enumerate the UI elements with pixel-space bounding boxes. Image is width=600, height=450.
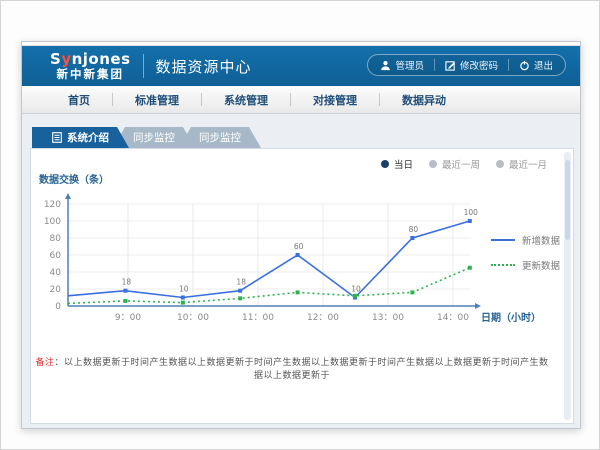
chart-legend: 新增数据更新数据 [491,233,560,272]
point-label: 18 [122,278,132,287]
user-icon [380,60,391,71]
tab-bar: 系统介绍 同步监控 同步监控 [32,127,261,148]
scrollbar-thumb[interactable] [565,160,570,240]
y-tick-label: 0 [55,302,61,312]
app-header: Synjones 新中新集团 数据资源中心 管理员 修改密码 退出 [22,46,580,86]
toolbar-separator [434,59,435,71]
tab-2[interactable]: 同步监控 [179,127,261,148]
footnote-text: ：以上数据更新于时间产生数据以上数据更新于时间产生数据以上数据更新于时间产生数据… [55,358,549,381]
legend-item-0[interactable]: 新增数据 [491,233,560,247]
document-icon [52,132,62,143]
radio-unselected-icon [496,160,504,168]
x-axis-title: 日期（小时） [481,311,541,324]
main-nav: 首页标准管理系统管理对接管理数据异动 [22,86,580,114]
y-axis-arrow [65,193,71,199]
radio-unselected-icon [429,160,437,168]
point-label: 10 [351,285,361,294]
data-point [410,236,414,240]
data-point [353,294,357,298]
current-user-button[interactable]: 管理员 [380,58,424,72]
tab-label: 同步监控 [133,130,175,145]
tab-label: 同步监控 [199,130,241,145]
page-title: 数据资源中心 [156,56,252,77]
legend-swatch [491,264,515,266]
y-tick-label: 80 [50,234,62,244]
x-tick-label: 10：00 [177,313,209,323]
legend-label: 更新数据 [522,258,560,272]
header-divider [143,54,144,78]
nav-item-0[interactable]: 首页 [46,92,112,108]
time-range-option-1[interactable]: 最近一周 [429,157,480,171]
nav-item-2[interactable]: 系统管理 [202,92,290,108]
footnote: 备注：以上数据更新于时间产生数据以上数据更新于时间产生数据以上数据更新于时间产生… [31,355,553,381]
x-tick-label: 11：00 [242,313,274,323]
data-point [468,219,472,223]
point-label: 100 [464,208,479,217]
y-tick-label: 20 [50,285,62,295]
radio-label: 最近一月 [509,157,547,171]
x-tick-label: 13：00 [372,313,404,323]
current-user-label: 管理员 [395,58,424,72]
x-tick-label: 14：00 [437,313,469,323]
nav-item-4[interactable]: 数据异动 [380,92,468,108]
y-tick-label: 40 [50,268,62,278]
radio-label: 当日 [394,157,413,171]
logo-spark-accent: y [61,50,71,68]
change-password-label: 修改密码 [460,58,498,72]
toolbar-separator [508,59,509,71]
content-area: 系统介绍 同步监控 同步监控 当日 最近一周 最近一月 0 20 40 60 80 100 120 9… [22,114,580,428]
x-tick-label: 12：00 [307,313,339,323]
point-label: 60 [294,242,304,251]
brand-name: Synjones [50,52,131,68]
company-logo: Synjones 新中新集团 [50,52,131,80]
data-point [238,296,242,300]
y-tick-label: 100 [44,217,61,227]
radio-selected-icon [381,160,389,168]
panel-scrollbar[interactable] [564,152,571,420]
data-point [181,301,185,305]
data-point [296,290,300,294]
x-tick-label: 9：00 [115,313,141,323]
y-tick-label: 60 [50,251,62,261]
nav-item-1[interactable]: 标准管理 [113,92,201,108]
app-window: Synjones 新中新集团 数据资源中心 管理员 修改密码 退出 [21,41,581,429]
x-axis-arrow [475,303,481,309]
data-point [181,296,185,300]
time-range-option-0[interactable]: 当日 [381,157,413,171]
screenshot-canvas: Synjones 新中新集团 数据资源中心 管理员 修改密码 退出 [0,0,600,450]
legend-swatch [491,239,515,241]
data-point [468,266,472,270]
user-toolbar: 管理员 修改密码 退出 [367,54,566,76]
data-point [238,289,242,293]
data-point [410,290,414,294]
chart-panel: 当日 最近一周 最近一月 0 20 40 60 80 100 120 9：00 10：00 11：00… [30,148,574,424]
time-range-option-2[interactable]: 最近一月 [496,157,547,171]
footnote-label: 备注 [35,358,54,368]
point-label: 18 [236,278,246,287]
logout-button[interactable]: 退出 [519,58,553,72]
legend-label: 新增数据 [522,233,560,247]
legend-item-1[interactable]: 更新数据 [491,258,560,272]
y-tick-label: 120 [44,200,61,210]
change-password-button[interactable]: 修改密码 [445,58,498,72]
tab-0[interactable]: 系统介绍 [32,127,129,148]
nav-item-3[interactable]: 对接管理 [291,92,379,108]
tab-label: 系统介绍 [67,130,109,145]
data-point [296,253,300,257]
power-icon [519,60,530,71]
time-range-filter: 当日 最近一周 最近一月 [381,157,547,171]
company-name: 新中新集团 [57,68,125,80]
radio-label: 最近一周 [442,157,480,171]
y-axis-title: 数据交换（条） [39,173,109,186]
data-point [123,289,127,293]
point-label: 10 [179,285,189,294]
edit-icon [445,60,456,71]
point-label: 80 [409,225,419,234]
logout-label: 退出 [534,58,553,72]
data-point [123,299,127,303]
